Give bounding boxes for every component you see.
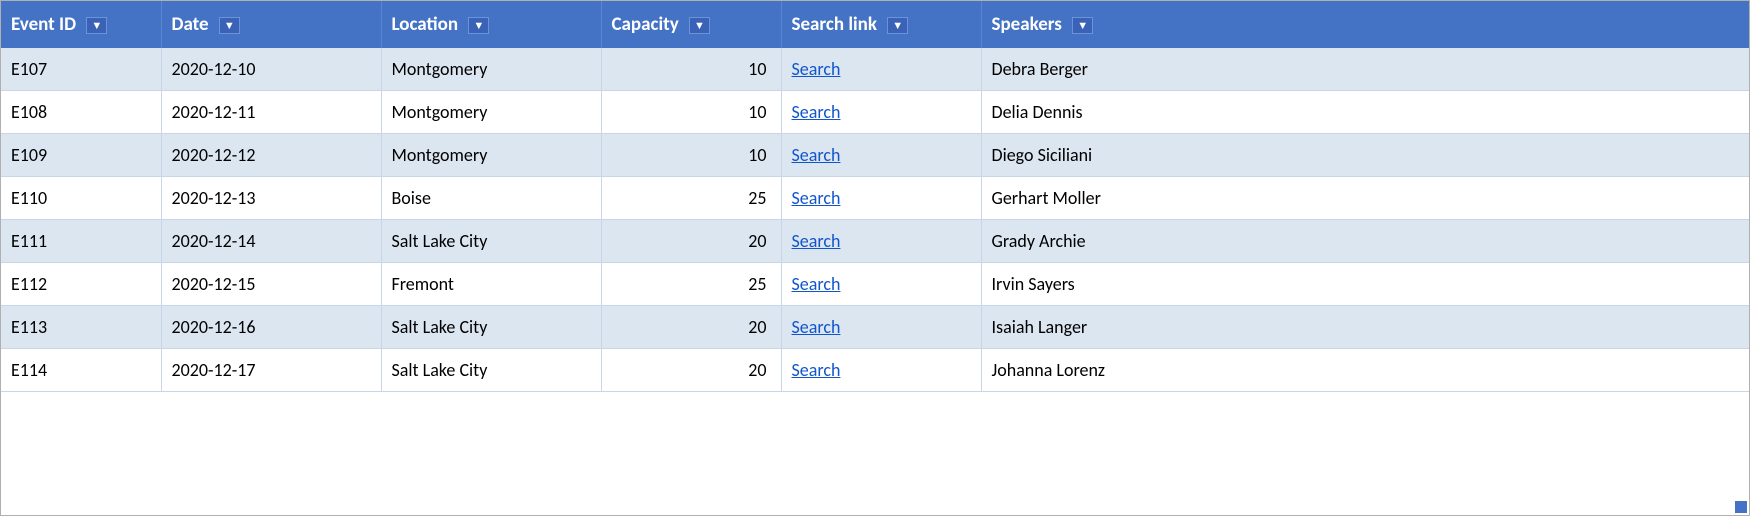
search-link-filter-button[interactable]: ▼ xyxy=(887,17,908,34)
search-link-cell: Search xyxy=(781,177,981,220)
event-id-header: Event ID ▼ xyxy=(1,1,161,48)
speakers-cell: Irvin Sayers xyxy=(981,263,1750,306)
capacity-filter-button[interactable]: ▼ xyxy=(689,17,710,34)
table-row: E1132020-12-16Salt Lake City20 Search Isai… xyxy=(1,306,1750,349)
search-link[interactable]: Search xyxy=(792,359,841,381)
date-cell: 2020-12-14 xyxy=(161,220,381,263)
speakers-header-label: Speakers xyxy=(992,13,1062,36)
table-row: E1082020-12-11Montgomery10 Search Delia De… xyxy=(1,91,1750,134)
capacity-cell: 25 xyxy=(601,177,781,220)
search-link-cell: Search xyxy=(781,220,981,263)
data-table: Event ID ▼ Date ▼ Location ▼ Capacity ▼ … xyxy=(1,1,1750,392)
event-id-header-label: Event ID xyxy=(11,13,76,36)
speakers-cell: Grady Archie xyxy=(981,220,1750,263)
search-link-cell: Search xyxy=(781,134,981,177)
search-link-cell: Search xyxy=(781,48,981,91)
event-id-cell: E111 xyxy=(1,220,161,263)
event-id-cell: E108 xyxy=(1,91,161,134)
location-cell: Salt Lake City xyxy=(381,306,601,349)
location-cell: Montgomery xyxy=(381,91,601,134)
capacity-header-label: Capacity xyxy=(612,13,679,36)
capacity-header: Capacity ▼ xyxy=(601,1,781,48)
event-id-cell: E114 xyxy=(1,349,161,392)
search-link-header: Search link ▼ xyxy=(781,1,981,48)
date-cell: 2020-12-12 xyxy=(161,134,381,177)
event-id-cell: E113 xyxy=(1,306,161,349)
search-link-header-label: Search link xyxy=(792,13,878,36)
capacity-cell: 20 xyxy=(601,349,781,392)
location-cell: Boise xyxy=(381,177,601,220)
speakers-header: Speakers ▼ xyxy=(981,1,1750,48)
event-id-cell: E110 xyxy=(1,177,161,220)
header-row: Event ID ▼ Date ▼ Location ▼ Capacity ▼ … xyxy=(1,1,1750,48)
search-link-cell: Search xyxy=(781,91,981,134)
location-cell: Fremont xyxy=(381,263,601,306)
date-cell: 2020-12-10 xyxy=(161,48,381,91)
date-cell: 2020-12-16 xyxy=(161,306,381,349)
capacity-cell: 25 xyxy=(601,263,781,306)
location-cell: Salt Lake City xyxy=(381,220,601,263)
speakers-cell: Debra Berger xyxy=(981,48,1750,91)
search-link[interactable]: Search xyxy=(792,58,841,80)
table-row: E1122020-12-15Fremont25 Search Irvin Sayer… xyxy=(1,263,1750,306)
speakers-cell: Isaiah Langer xyxy=(981,306,1750,349)
scroll-indicator xyxy=(1735,501,1747,513)
table-row: E1102020-12-13Boise25 Search Gerhart Molle… xyxy=(1,177,1750,220)
location-header-label: Location xyxy=(392,13,459,36)
event-id-cell: E112 xyxy=(1,263,161,306)
table-row: E1142020-12-17Salt Lake City20 Search Joha… xyxy=(1,349,1750,392)
speakers-cell: Gerhart Moller xyxy=(981,177,1750,220)
location-cell: Montgomery xyxy=(381,48,601,91)
date-cell: 2020-12-15 xyxy=(161,263,381,306)
location-cell: Montgomery xyxy=(381,134,601,177)
speakers-cell: Delia Dennis xyxy=(981,91,1750,134)
search-link[interactable]: Search xyxy=(792,187,841,209)
date-cell: 2020-12-13 xyxy=(161,177,381,220)
speakers-cell: Johanna Lorenz xyxy=(981,349,1750,392)
search-link-cell: Search xyxy=(781,306,981,349)
location-filter-button[interactable]: ▼ xyxy=(468,17,489,34)
search-link[interactable]: Search xyxy=(792,230,841,252)
location-cell: Salt Lake City xyxy=(381,349,601,392)
capacity-cell: 10 xyxy=(601,48,781,91)
capacity-cell: 10 xyxy=(601,134,781,177)
location-header: Location ▼ xyxy=(381,1,601,48)
spreadsheet-container: Event ID ▼ Date ▼ Location ▼ Capacity ▼ … xyxy=(0,0,1750,516)
event-id-filter-button[interactable]: ▼ xyxy=(86,17,107,34)
search-link-cell: Search xyxy=(781,349,981,392)
search-link[interactable]: Search xyxy=(792,273,841,295)
search-link-cell: Search xyxy=(781,263,981,306)
table-row: E1072020-12-10Montgomery10 Search Debra Be… xyxy=(1,48,1750,91)
date-filter-button[interactable]: ▼ xyxy=(219,17,240,34)
speakers-filter-button[interactable]: ▼ xyxy=(1072,17,1093,34)
date-header: Date ▼ xyxy=(161,1,381,48)
capacity-cell: 20 xyxy=(601,306,781,349)
event-id-cell: E107 xyxy=(1,48,161,91)
date-cell: 2020-12-17 xyxy=(161,349,381,392)
date-cell: 2020-12-11 xyxy=(161,91,381,134)
search-link[interactable]: Search xyxy=(792,101,841,123)
table-row: E1112020-12-14Salt Lake City20 Search Grad… xyxy=(1,220,1750,263)
search-link[interactable]: Search xyxy=(792,144,841,166)
event-id-cell: E109 xyxy=(1,134,161,177)
speakers-cell: Diego Siciliani xyxy=(981,134,1750,177)
table-row: E1092020-12-12Montgomery10 Search Diego Si… xyxy=(1,134,1750,177)
capacity-cell: 10 xyxy=(601,91,781,134)
capacity-cell: 20 xyxy=(601,220,781,263)
search-link[interactable]: Search xyxy=(792,316,841,338)
date-header-label: Date xyxy=(172,13,209,36)
